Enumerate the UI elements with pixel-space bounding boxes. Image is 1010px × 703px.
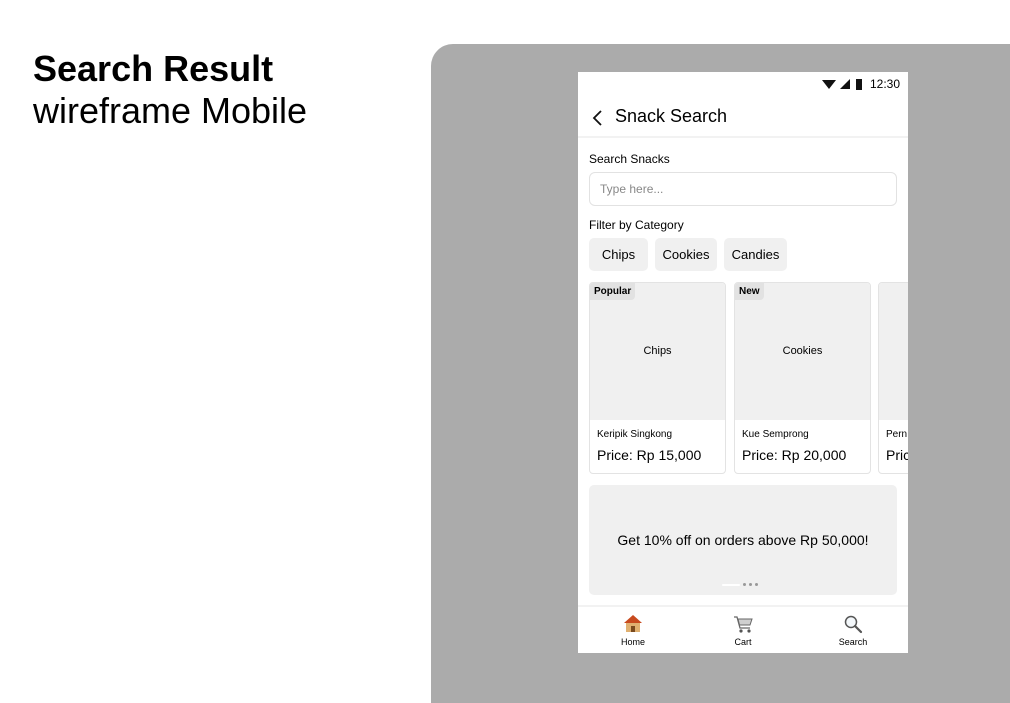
product-card[interactable]: New Cookies Kue Semprong Price: Rp 20,00…: [734, 282, 871, 474]
nav-home[interactable]: Home: [603, 613, 663, 647]
chevron-left-icon: [592, 110, 602, 126]
product-image-placeholder: [879, 283, 908, 420]
carousel-dot: [755, 583, 758, 586]
promo-banner[interactable]: Get 10% off on orders above Rp 50,000!: [589, 485, 897, 595]
product-price: Price: Rp 15,000: [597, 447, 702, 463]
status-time: 12:30: [869, 77, 900, 91]
product-list: Popular Chips Keripik Singkong Price: Rp…: [589, 282, 908, 474]
magnifier-icon: [844, 615, 863, 634]
nav-cart-label: Cart: [734, 637, 752, 647]
product-image-label: Cookies: [782, 345, 823, 357]
battery-icon: [855, 78, 862, 90]
nav-search[interactable]: Search: [823, 613, 883, 647]
product-name: Kue Semprong: [742, 429, 809, 440]
chip-candies[interactable]: Candies: [724, 238, 787, 271]
heading-subtitle: wireframe Mobile: [33, 90, 308, 131]
house-icon: [624, 615, 642, 632]
carousel-dot: [749, 583, 752, 586]
back-button[interactable]: [590, 108, 606, 128]
page-heading: Search Result wireframe Mobile: [33, 48, 307, 132]
product-price: Pric: [886, 447, 908, 463]
nav-cart[interactable]: Cart: [713, 613, 773, 647]
phone-screen: 12:30 Snack Search Search Snacks Filter …: [578, 72, 908, 653]
product-badge: Popular: [590, 283, 636, 300]
filter-label: Filter by Category: [589, 218, 684, 232]
heading-title: Search Result: [33, 48, 274, 89]
product-card[interactable]: Pern Pric: [878, 282, 908, 474]
signal-icon: [839, 79, 850, 89]
cart-icon: [734, 616, 753, 633]
bottom-nav: Home Cart Search: [578, 605, 908, 653]
product-card[interactable]: Popular Chips Keripik Singkong Price: Rp…: [589, 282, 726, 474]
product-name: Pern: [886, 429, 908, 440]
carousel-indicator: [722, 583, 758, 586]
search-label: Search Snacks: [589, 152, 670, 166]
chip-cookies[interactable]: Cookies: [655, 238, 717, 271]
product-badge: New: [735, 283, 764, 300]
chip-chips[interactable]: Chips: [589, 238, 648, 271]
product-image-label: Chips: [643, 345, 672, 357]
app-bar: Snack Search: [578, 98, 908, 138]
search-input[interactable]: [589, 172, 897, 206]
app-title: Snack Search: [615, 106, 728, 126]
nav-home-label: Home: [620, 637, 645, 647]
carousel-dot-active: [722, 583, 740, 586]
product-price: Price: Rp 20,000: [742, 447, 847, 463]
carousel-dot: [743, 583, 746, 586]
nav-search-label: Search: [838, 637, 868, 647]
status-bar: 12:30: [578, 72, 908, 96]
category-chips: Chips Cookies Candies: [589, 238, 787, 271]
product-name: Keripik Singkong: [597, 429, 673, 440]
promo-text: Get 10% off on orders above Rp 50,000!: [617, 532, 869, 548]
wifi-icon: [821, 79, 836, 89]
